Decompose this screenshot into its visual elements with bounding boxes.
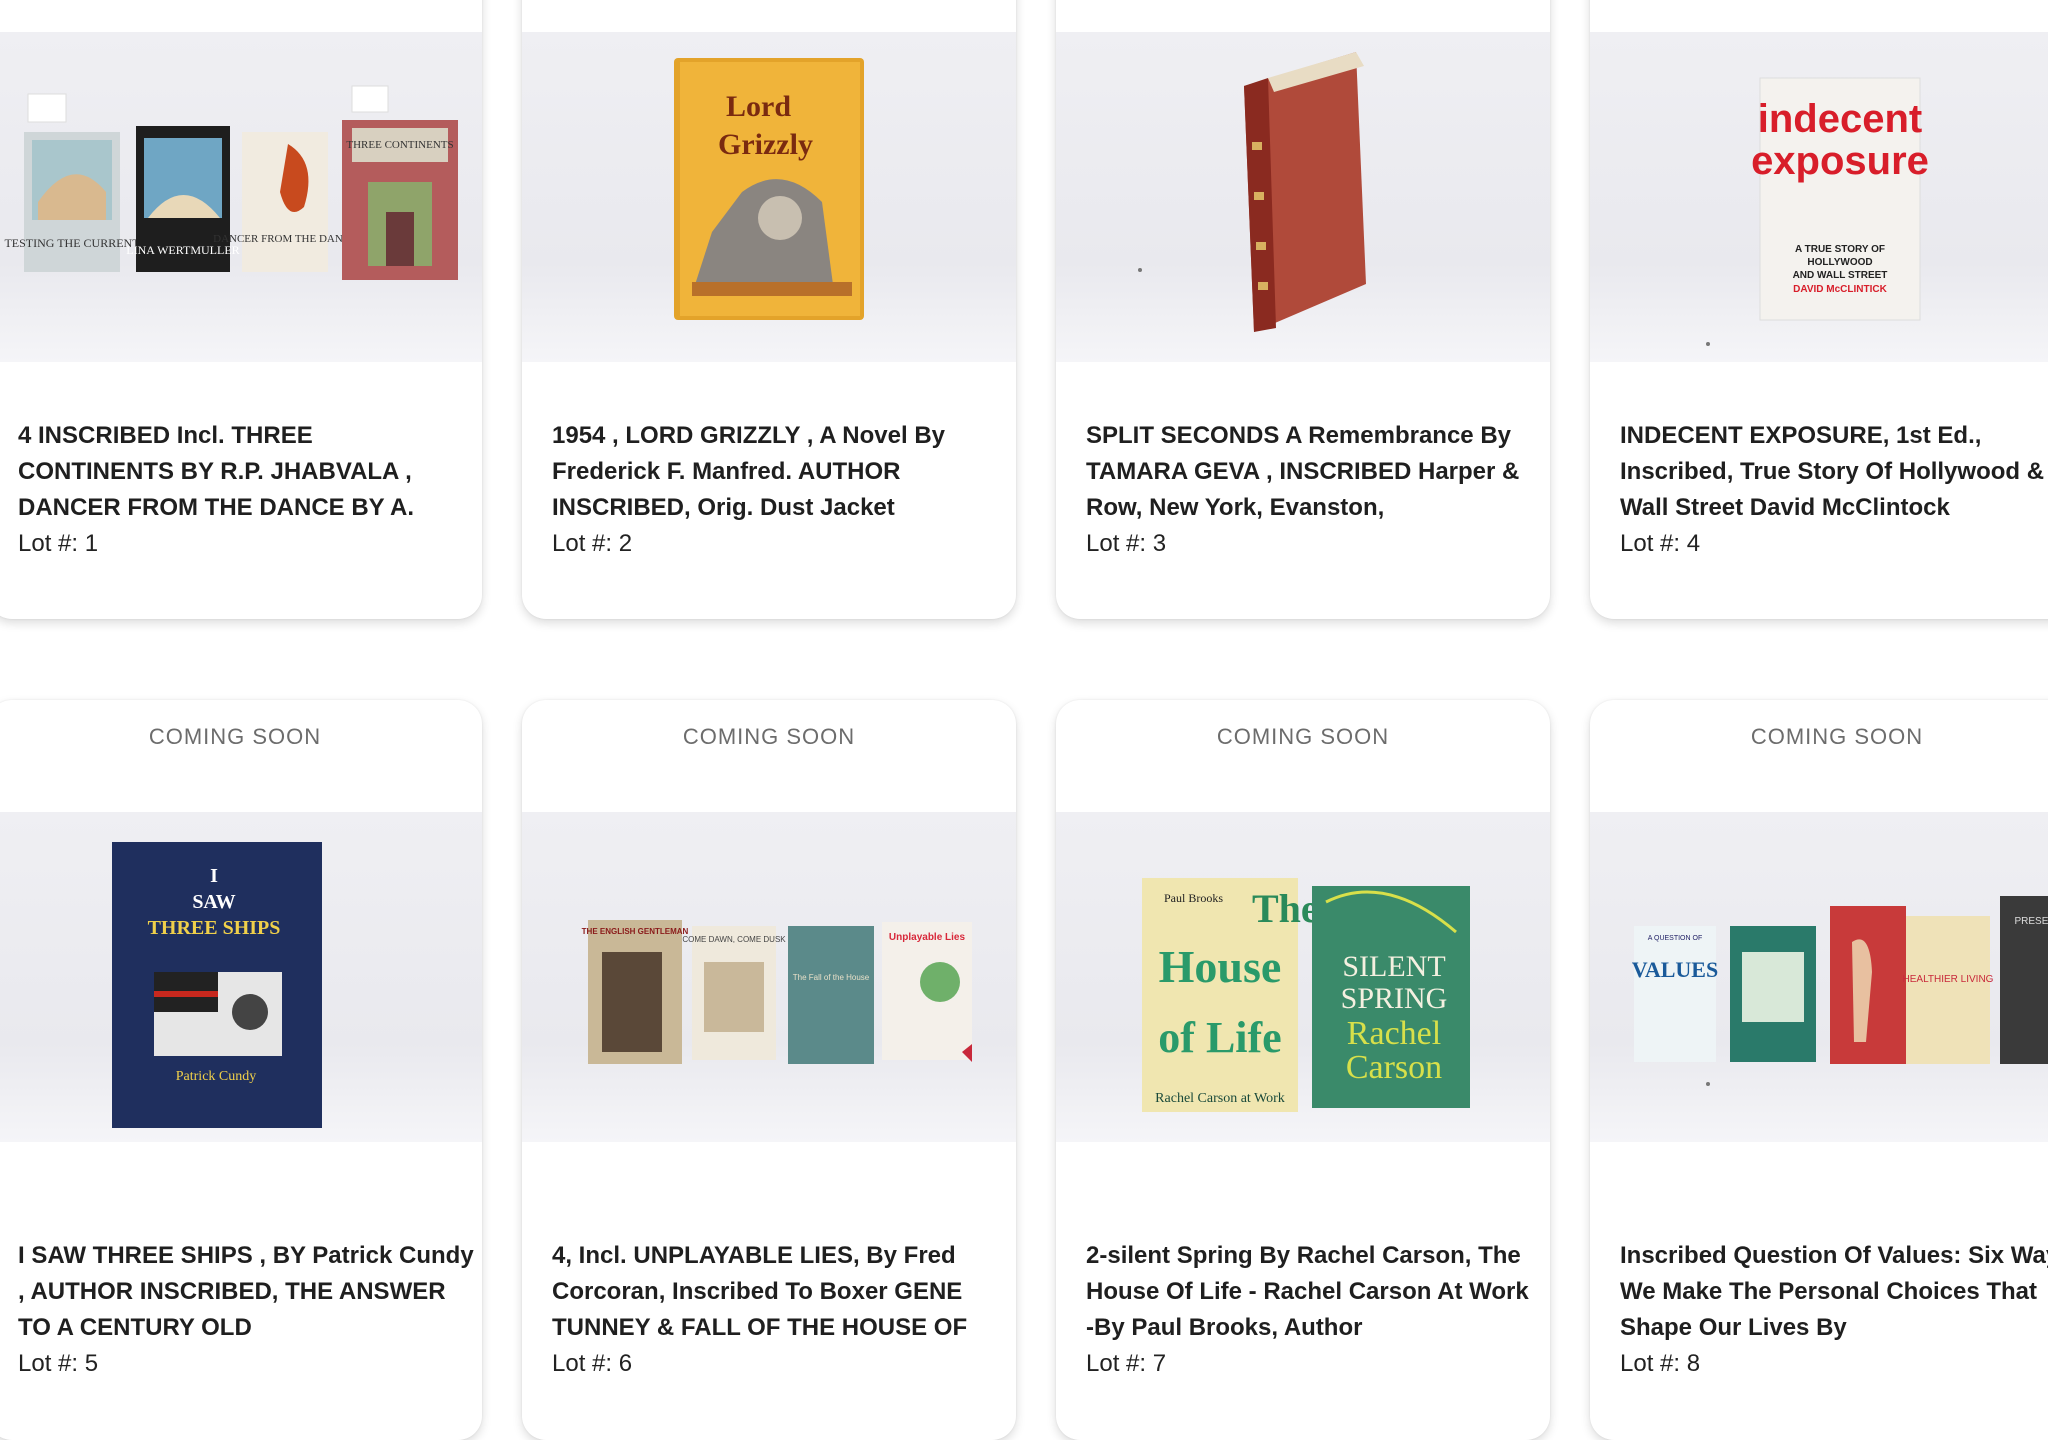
svg-text:Paul Brooks: Paul Brooks [1164,891,1223,905]
lot-title-6[interactable]: 4, Incl. UNPLAYABLE LIES, By Fred Corcor… [552,1238,1008,1346]
lot-image-2[interactable]: Lord Grizzly [522,32,1016,362]
lot-title-7[interactable]: 2-silent Spring By Rachel Carson, The Ho… [1086,1238,1542,1346]
books-photo: Lord Grizzly [674,58,864,320]
svg-text:of Life: of Life [1158,1013,1281,1062]
status-badge: COMING SOON [682,724,856,749]
svg-text:Rachel Carson at Work: Rachel Carson at Work [1155,1091,1285,1106]
lot-number-5: Lot #: 5 [18,1350,99,1377]
svg-text:COME DAWN, COME DUSK: COME DAWN, COME DUSK [682,935,786,944]
svg-text:A TRUE STORY OF: A TRUE STORY OF [1795,244,1885,255]
lot-image-6[interactable]: THE ENGLISH GENTLEMAN COME DAWN, COME DU… [522,812,1016,1142]
lot-title-1[interactable]: 4 INSCRIBED Incl. THREE CONTINENTS BY R.… [18,418,474,526]
lot-image-1[interactable]: TESTING THE CURRENT LINA WERTMULLER DANC… [0,32,482,362]
svg-text:The: The [1252,886,1319,931]
books-photo [1138,52,1366,332]
lot-card-3[interactable]: SPLIT SECONDS A Remembrance By TAMARA GE… [1056,0,1550,619]
svg-text:exposure: exposure [1751,139,1929,183]
svg-text:indecent: indecent [1758,97,1922,141]
svg-text:Patrick Cundy: Patrick Cundy [176,1069,257,1084]
lot-image-4[interactable]: indecent exposure A TRUE STORY OF HOLLYW… [1590,32,2048,362]
svg-text:LINA WERTMULLER: LINA WERTMULLER [126,243,239,257]
lot-number-8: Lot #: 8 [1620,1350,1701,1377]
svg-text:HEALTHIER LIVING: HEALTHIER LIVING [1903,974,1994,985]
svg-text:VALUES: VALUES [1632,957,1718,982]
svg-text:I: I [210,865,218,887]
svg-text:Unplayable Lies: Unplayable Lies [889,932,966,943]
status-badge: COMING SOON [148,724,322,749]
books-photo: indecent exposure A TRUE STORY OF HOLLYW… [1706,77,1929,346]
svg-text:Grizzly: Grizzly [718,128,813,161]
status-badge: COMING SOON [1750,724,1924,749]
books-photo: I SAW THREE SHIPS Patrick Cundy [112,842,322,1128]
lot-title-8[interactable]: Inscribed Question Of Values: Six Ways W… [1620,1238,2048,1346]
lot-number-3: Lot #: 3 [1086,530,1167,557]
svg-text:Lord: Lord [726,90,791,123]
books-photo: THE ENGLISH GENTLEMAN COME DAWN, COME DU… [582,920,972,1064]
lot-number-2: Lot #: 2 [552,530,633,557]
svg-text:Rachel: Rachel [1347,1015,1441,1052]
lot-card-8[interactable]: COMING SOON A QUESTION OF VALUES HEALTHI… [1590,700,2048,1440]
lot-card-1[interactable]: TESTING THE CURRENT LINA WERTMULLER DANC… [0,0,482,619]
lot-number-4: Lot #: 4 [1620,530,1701,557]
svg-text:Carson: Carson [1346,1049,1442,1086]
lot-image-3[interactable] [1056,32,1550,362]
books-photo: TESTING THE CURRENT LINA WERTMULLER DANC… [4,85,458,280]
svg-text:SPRING: SPRING [1341,982,1448,1015]
svg-text:THREE CONTINENTS: THREE CONTINENTS [346,139,453,151]
svg-text:HOLLYWOOD: HOLLYWOOD [1807,257,1872,268]
lot-number-1: Lot #: 1 [18,530,99,557]
lot-image-5[interactable]: I SAW THREE SHIPS Patrick Cundy [0,812,482,1142]
lot-title-5[interactable]: I SAW THREE SHIPS , BY Patrick Cundy , A… [18,1238,474,1346]
svg-text:DAVID McCLINTICK: DAVID McCLINTICK [1793,284,1887,295]
svg-text:SILENT: SILENT [1342,950,1445,983]
lot-card-2[interactable]: Lord Grizzly 1954 , LORD GRIZZLY , A Nov… [522,0,1016,619]
lot-title-3[interactable]: SPLIT SECONDS A Remembrance By TAMARA GE… [1086,418,1542,526]
lot-image-7[interactable]: Paul Brooks The House of Life Rachel Car… [1056,812,1550,1142]
lot-card-6[interactable]: COMING SOON THE ENGLISH GENTLEMAN COME D… [522,700,1016,1440]
svg-text:THREE SHIPS: THREE SHIPS [148,917,281,939]
lot-number-7: Lot #: 7 [1086,1350,1167,1377]
lot-card-4[interactable]: indecent exposure A TRUE STORY OF HOLLYW… [1590,0,2048,619]
svg-text:The Fall of the House: The Fall of the House [793,973,870,982]
svg-text:House: House [1159,941,1282,992]
svg-text:TESTING THE CURRENT: TESTING THE CURRENT [4,236,140,250]
lot-number-6: Lot #: 6 [552,1350,633,1377]
books-photo: A QUESTION OF VALUES HEALTHIER LIVING PR… [1632,896,2048,1086]
svg-text:A QUESTION OF: A QUESTION OF [1648,935,1702,942]
svg-text:PRESENCE: PRESENCE [2014,916,2048,927]
svg-text:SAW: SAW [192,891,235,913]
lot-title-2[interactable]: 1954 , LORD GRIZZLY , A Novel By Frederi… [552,418,1008,526]
svg-text:AND WALL STREET: AND WALL STREET [1793,270,1888,281]
svg-text:THE ENGLISH GENTLEMAN: THE ENGLISH GENTLEMAN [582,927,689,936]
lot-image-8[interactable]: A QUESTION OF VALUES HEALTHIER LIVING PR… [1590,812,2048,1142]
svg-text:DANCER FROM THE DANCE: DANCER FROM THE DANCE [213,233,357,245]
books-photo: Paul Brooks The House of Life Rachel Car… [1142,878,1470,1112]
status-badge: COMING SOON [1216,724,1390,749]
lot-card-7[interactable]: COMING SOON Paul Brooks The House of Lif… [1056,700,1550,1440]
lot-card-5[interactable]: COMING SOON I SAW THREE SHIPS Patrick Cu… [0,700,482,1440]
lot-title-4[interactable]: INDECENT EXPOSURE, 1st Ed., Inscribed, T… [1620,418,2048,526]
